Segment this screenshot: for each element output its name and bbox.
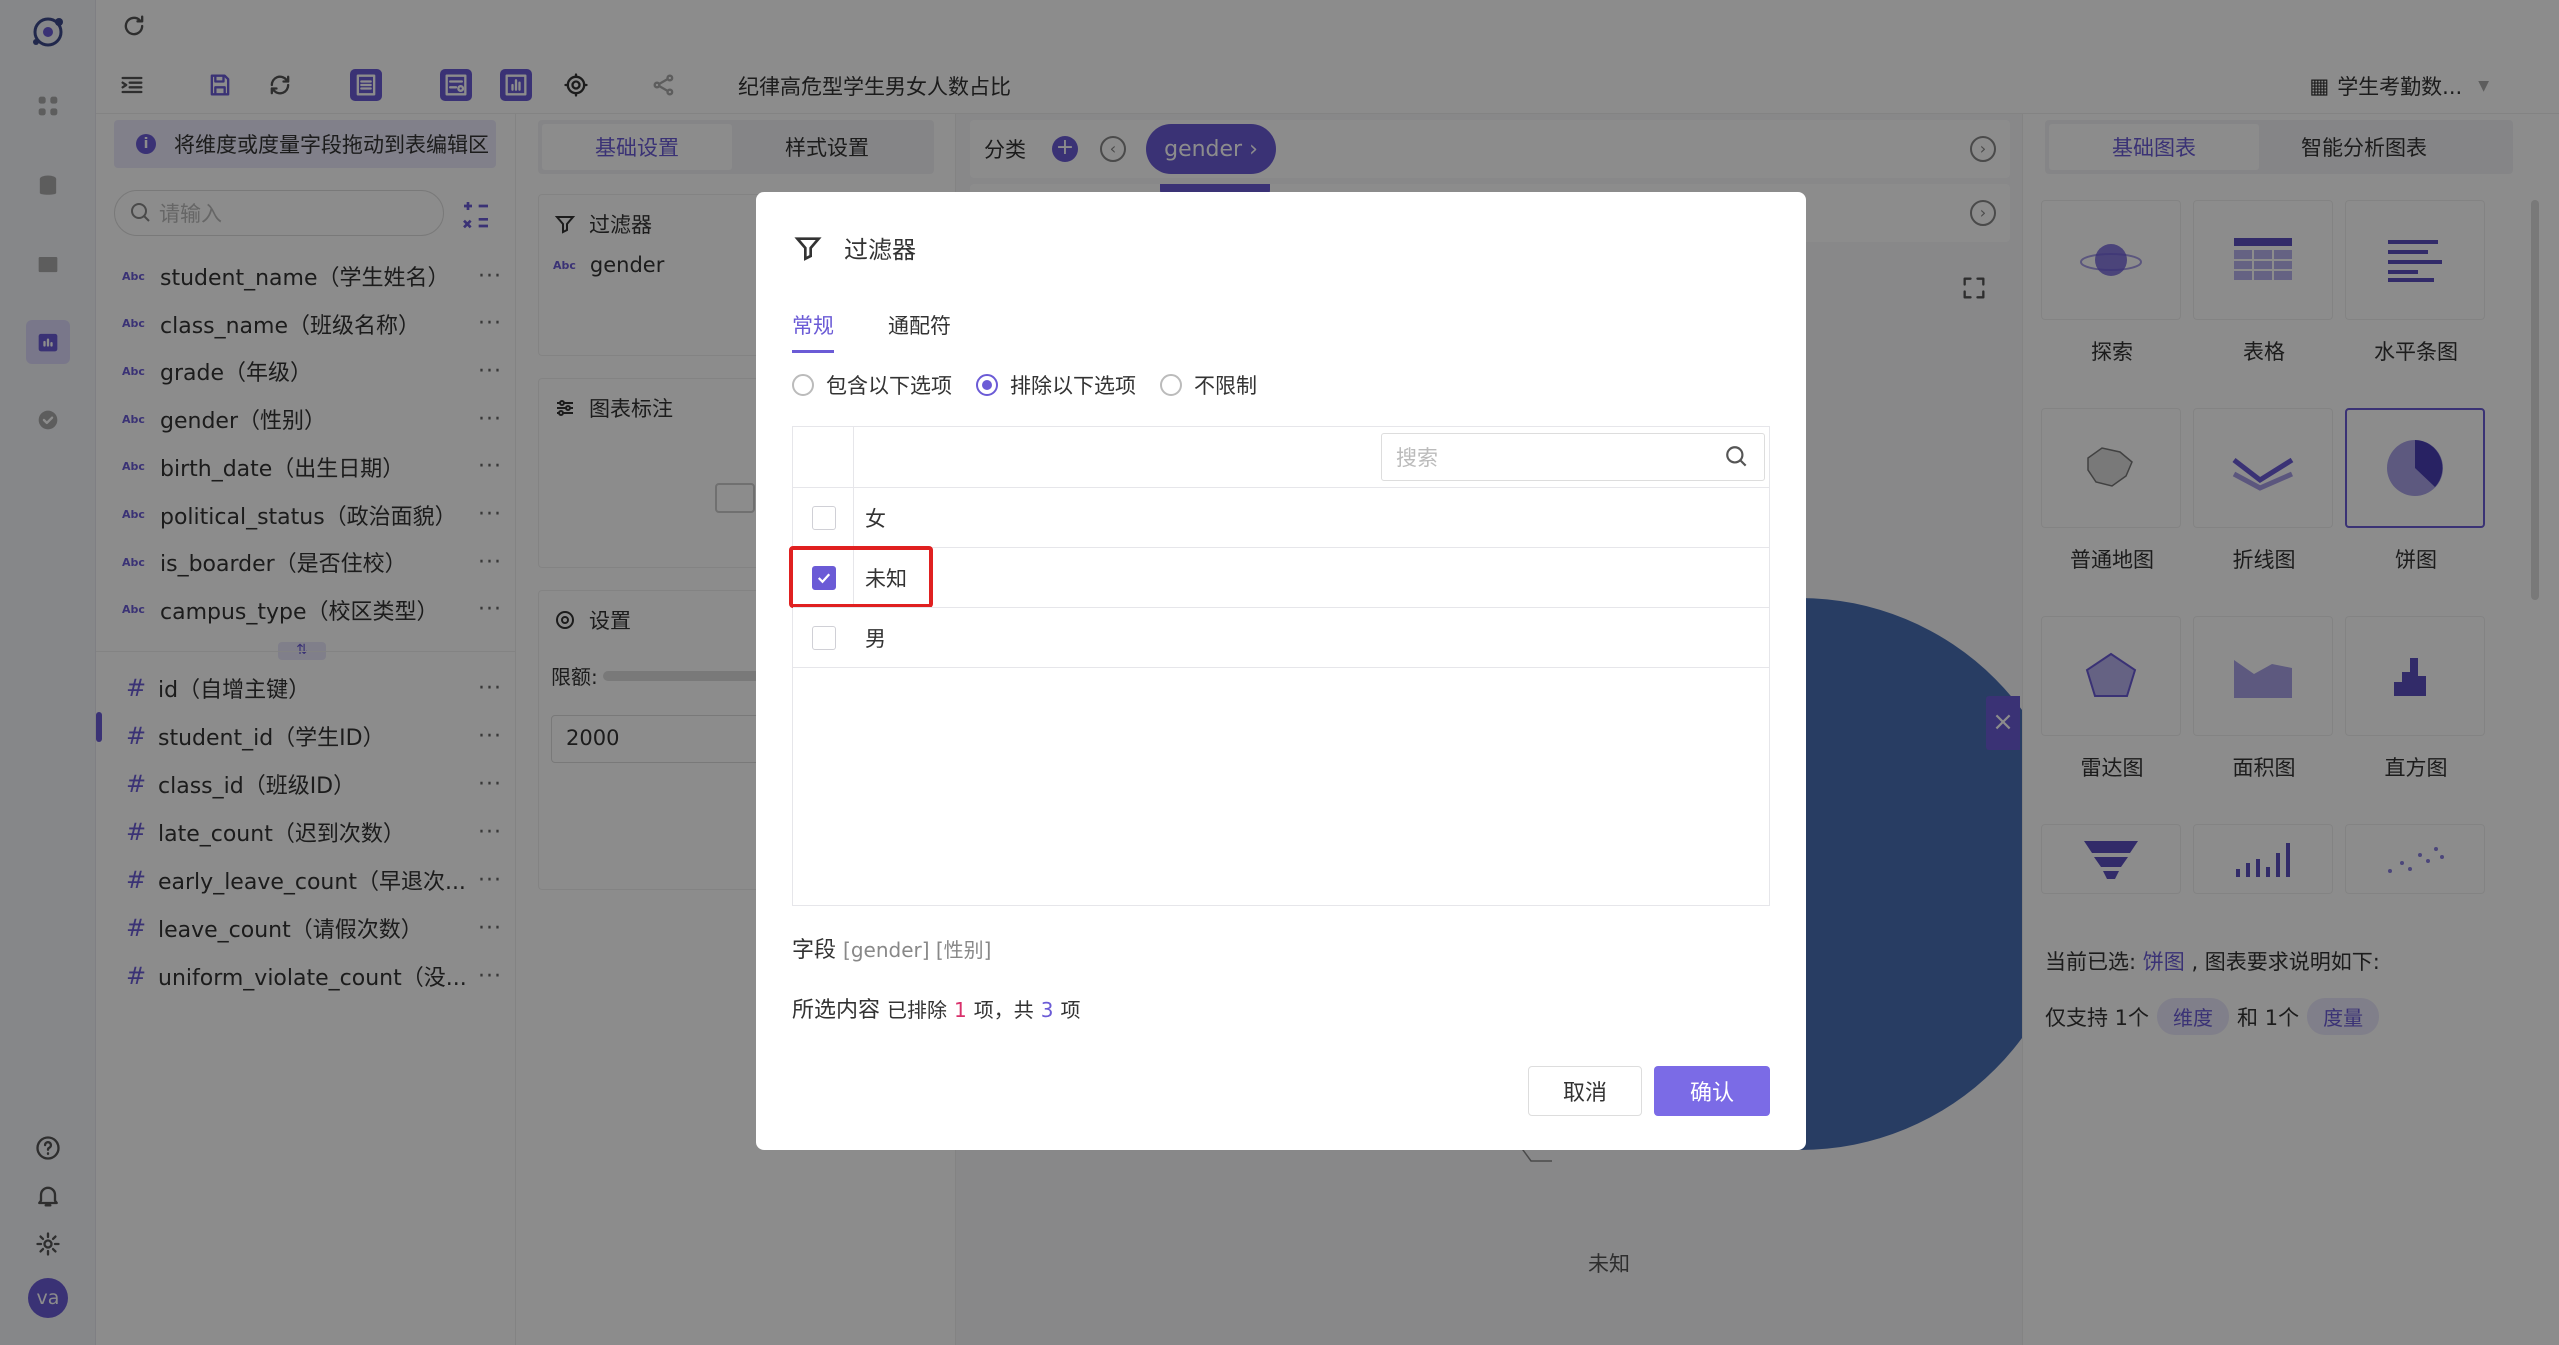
confirm-button[interactable]: 确认: [1654, 1066, 1770, 1116]
option-label: 男: [865, 626, 886, 651]
excluded-mid: 项，共: [973, 998, 1034, 1022]
selection-summary: 所选内容 已排除 1 项，共 3 项: [792, 992, 1080, 1024]
filter-dialog: 过滤器 常规 通配符 包含以下选项 排除以下选项 不限制 搜索 女未知男 字段 …: [756, 192, 1806, 1150]
option-label: 女: [865, 506, 886, 531]
cancel-button[interactable]: 取消: [1528, 1066, 1642, 1116]
selection-label: 所选内容: [792, 998, 881, 1023]
radio-unlimited[interactable]: 不限制: [1160, 370, 1257, 400]
checkbox[interactable]: [812, 625, 836, 650]
dialog-title: 过滤器: [844, 236, 916, 264]
total-count: 3: [1040, 998, 1054, 1022]
table-bottom-line: [793, 667, 1769, 668]
option-row[interactable]: 未知: [789, 546, 1769, 608]
field-info: 字段 [gender] [性别]: [792, 932, 991, 964]
highlight-box: [789, 546, 933, 608]
tab-regular[interactable]: 常规: [792, 310, 834, 353]
mode-radio-group: 包含以下选项 排除以下选项 不限制: [792, 370, 1257, 400]
options-table: 搜索 女未知男: [789, 426, 1770, 906]
total-suffix: 项: [1060, 998, 1081, 1022]
excluded-count: 1: [954, 998, 967, 1022]
checkbox[interactable]: [812, 505, 836, 530]
option-search-input[interactable]: 搜索: [1381, 433, 1765, 481]
radio-exclude[interactable]: 排除以下选项: [976, 370, 1136, 400]
option-search-placeholder: 搜索: [1396, 446, 1438, 470]
tab-wildcard[interactable]: 通配符: [888, 310, 951, 340]
option-row[interactable]: 女: [793, 487, 1769, 547]
excluded-prefix: 已排除: [887, 998, 948, 1022]
radio-include[interactable]: 包含以下选项: [792, 370, 952, 400]
field-label: 字段: [792, 938, 837, 963]
search-icon: [1726, 446, 1747, 467]
filter-icon: [794, 236, 822, 261]
option-row[interactable]: 男: [793, 607, 1769, 667]
field-value: [gender] [性别]: [843, 938, 992, 962]
